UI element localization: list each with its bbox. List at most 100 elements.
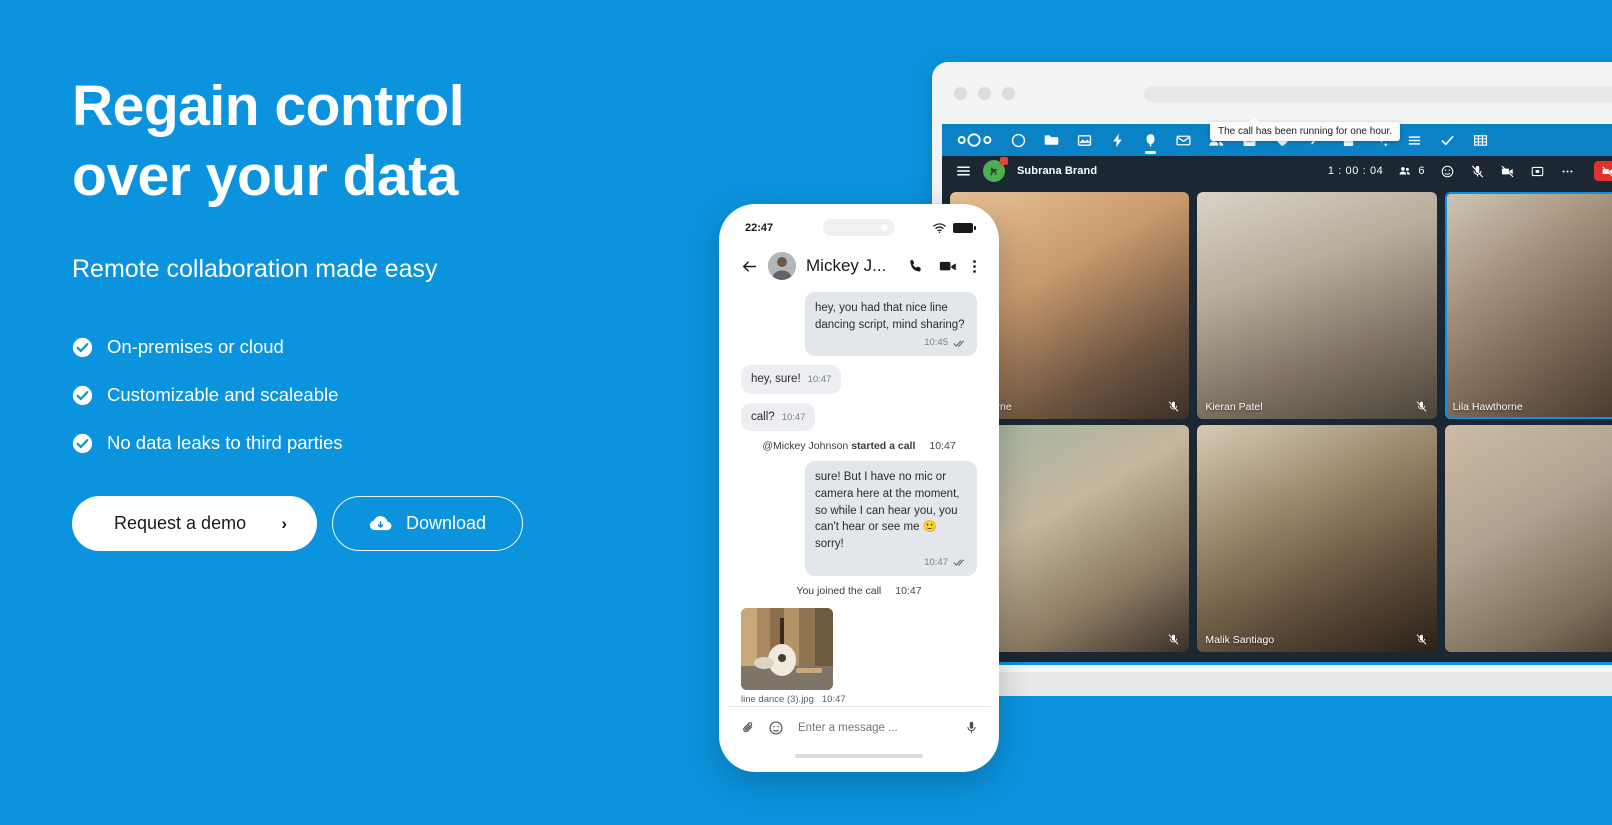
chat-actions	[908, 258, 977, 275]
nextcloud-logo[interactable]	[956, 132, 994, 148]
message-bubble-outgoing[interactable]: sure! But I have no mic or camera here a…	[805, 461, 977, 576]
message-bubble-incoming[interactable]: hey, sure! 10:47	[741, 365, 842, 394]
photos-icon[interactable]	[1076, 132, 1093, 149]
microphone-off-icon	[1415, 400, 1428, 413]
dashboard-icon[interactable]	[1010, 132, 1027, 149]
video-tile[interactable]: Malik Santiago	[1197, 425, 1437, 652]
microphone-icon[interactable]	[964, 720, 979, 735]
video-tile[interactable]	[1444, 425, 1612, 652]
mention[interactable]: @Mickey Johnson	[762, 440, 848, 452]
avatar[interactable]	[768, 252, 796, 280]
talk-call-header: Subrana Brand 1 : 00 : 04 6	[942, 156, 1612, 186]
phone-status-bar: 22:47	[727, 212, 991, 244]
leave-call-button[interactable]: Leave call ▾	[1593, 161, 1612, 181]
video-camera-icon[interactable]	[939, 259, 957, 273]
video-tile[interactable]: Lila Hawthorne	[1444, 192, 1612, 419]
message-composer	[727, 706, 991, 748]
call-duration-tooltip: The call has been running for one hour.	[1210, 117, 1401, 141]
reactions-icon[interactable]	[1440, 164, 1455, 179]
message-list: hey, you had that nice line dancing scri…	[727, 288, 991, 706]
call-toolbar: 1 : 00 : 04 6	[1328, 161, 1612, 181]
video-tile[interactable]: Kieran Patel	[1197, 192, 1437, 419]
hero-title-line-1: Regain control	[72, 74, 465, 138]
status-time: 22:47	[745, 222, 774, 234]
window-close-dot[interactable]	[954, 86, 967, 100]
system-message-text: started a call	[851, 440, 916, 453]
paperclip-icon[interactable]	[741, 720, 756, 735]
call-timer[interactable]: 1 : 00 : 04	[1328, 165, 1384, 177]
participants-indicator[interactable]: 6	[1398, 164, 1425, 178]
battery-full-icon	[953, 223, 976, 233]
hero-title-line-2: over your data	[72, 143, 458, 208]
system-message-joined: You joined the call 10:47	[796, 585, 921, 597]
feature-label: No data leaks to third parties	[107, 432, 343, 454]
list-icon[interactable]	[1406, 132, 1423, 149]
participant-name: Malik Santiago	[1205, 634, 1275, 646]
chat-header: Mickey J...	[727, 244, 991, 288]
request-demo-button[interactable]: Request a demo ›	[72, 496, 317, 552]
tables-icon[interactable]	[1472, 132, 1489, 149]
message-input[interactable]	[798, 721, 952, 734]
more-vertical-icon[interactable]	[972, 258, 977, 275]
attachment-message[interactable]: line dance (3).jpg 10:47	[741, 607, 846, 705]
cloud-download-icon	[369, 512, 392, 535]
window-minimize-dot[interactable]	[978, 86, 991, 100]
room-avatar[interactable]	[983, 157, 1008, 182]
mail-icon[interactable]	[1175, 132, 1192, 149]
list-item: No data leaks to third parties	[72, 432, 692, 454]
smiley-icon[interactable]	[768, 720, 784, 736]
message-bubble-outgoing[interactable]: hey, you had that nice line dancing scri…	[805, 292, 977, 357]
front-camera-icon	[881, 224, 888, 231]
phone-home-indicator	[727, 748, 991, 764]
more-options-icon[interactable]	[1560, 164, 1575, 179]
system-message-text: You joined the call	[796, 584, 882, 597]
message-meta: 10:45	[815, 336, 967, 350]
hamburger-icon[interactable]	[956, 165, 971, 177]
check-circle-icon	[72, 337, 93, 358]
participant-name: Kieran Patel	[1205, 401, 1263, 413]
check-circle-icon	[72, 385, 93, 406]
message-time: 10:47	[929, 440, 956, 453]
download-button[interactable]: Download	[332, 496, 524, 552]
list-item: On-premises or cloud	[72, 336, 692, 358]
unread-badge	[1000, 157, 1008, 165]
feature-label: Customizable and scaleable	[107, 384, 339, 406]
camera-off-icon[interactable]	[1500, 164, 1515, 179]
participant-name: Lila Hawthorne	[1452, 401, 1523, 413]
microphone-off-icon	[1167, 400, 1180, 413]
microphone-off-icon	[1167, 633, 1180, 646]
laptop-base	[932, 662, 1612, 696]
window-maximize-dot[interactable]	[1002, 86, 1015, 100]
download-label: Download	[406, 513, 487, 534]
microphone-off-icon[interactable]	[1470, 164, 1485, 179]
phone-hangup-icon	[1601, 165, 1612, 178]
tasks-icon[interactable]	[1439, 132, 1456, 149]
files-icon[interactable]	[1043, 132, 1060, 149]
message-text: sure! But I have no mic or camera here a…	[815, 471, 960, 551]
check-circle-icon	[72, 433, 93, 454]
phone-icon[interactable]	[908, 258, 924, 274]
feature-label: On-premises or cloud	[107, 336, 284, 358]
address-bar[interactable]	[1144, 86, 1612, 102]
video-row-top: ...terbourne Kieran Patel Lila Hawthorne	[950, 192, 1612, 425]
phone-mockup: 22:47 Mickey J... hey, you had that nice…	[719, 204, 999, 772]
phone-screen: 22:47 Mickey J... hey, you had that nice…	[727, 212, 991, 764]
request-demo-label: Request a demo	[114, 513, 247, 534]
message-bubble-incoming[interactable]: call? 10:47	[741, 402, 816, 432]
talk-icon[interactable]	[1142, 132, 1159, 154]
guitar-photo[interactable]	[741, 607, 833, 690]
hero-section: Regain control over your data Remote col…	[72, 72, 692, 552]
phone-notch	[823, 219, 895, 236]
message-time: 10:47	[781, 411, 806, 423]
browser-titlebar	[932, 62, 1612, 124]
screenshare-icon[interactable]	[1530, 164, 1545, 179]
contact-name: Mickey J...	[806, 256, 887, 275]
activity-icon[interactable]	[1109, 132, 1126, 149]
people-icon	[1398, 164, 1412, 178]
message-time: 10:45	[924, 337, 948, 349]
cta-row: Request a demo › Download	[72, 496, 692, 552]
message-time: 10:47	[924, 556, 948, 568]
page-title: Regain control over your data	[72, 72, 692, 211]
back-arrow-icon[interactable]	[741, 259, 758, 274]
attachment-meta: line dance (3).jpg 10:47	[741, 694, 846, 705]
